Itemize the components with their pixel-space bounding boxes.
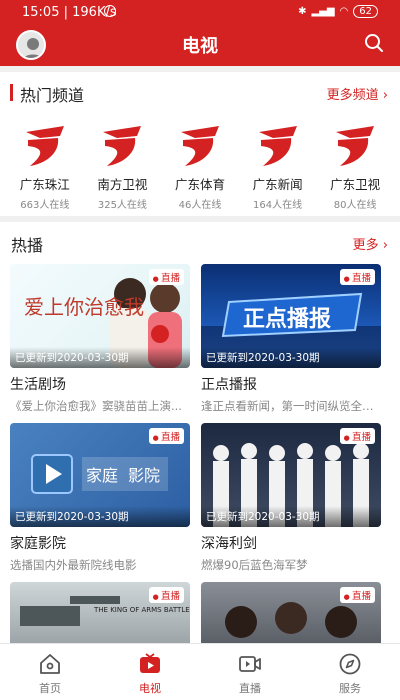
alarm-icon <box>104 5 116 17</box>
cinema-logo-text-a: 家庭 <box>86 466 118 485</box>
program-card[interactable]: 直播 已更新到2020-03-30期 深海利剑 燃爆90后蓝色海军梦 <box>201 423 381 573</box>
channels-title: 热门频道 <box>20 86 85 105</box>
channel-count: 80人在线 <box>333 200 377 211</box>
program-thumbnail[interactable]: 正点播报 直播 已更新到2020-03-30期 <box>201 264 381 368</box>
bottom-nav: 首页 电视 直播 服务 <box>0 643 400 700</box>
channel-item[interactable]: 广东体育 46人在线 <box>168 118 232 214</box>
section-divider <box>0 66 400 72</box>
channel-count: 325人在线 <box>97 200 147 211</box>
program-subtitle: 选播国内外最新院线电影 <box>10 558 137 572</box>
more-channels-link[interactable]: 更多频道 › <box>327 84 388 103</box>
updated-text: 已更新到2020-03-30期 <box>10 506 190 527</box>
drama-logo-text: 爱上你治愈我 <box>24 295 144 319</box>
nav-label: 首页 <box>39 682 61 695</box>
wifi-icon: ◠ <box>339 6 349 17</box>
hot-title: 热播 <box>11 236 44 255</box>
signal-icon: ▂▄▆ <box>311 6 335 17</box>
nav-tv[interactable]: 电视 <box>100 644 200 700</box>
program-title: 家庭影院 <box>10 536 66 552</box>
channel-logo-icon <box>25 126 64 166</box>
channel-logo-icon <box>180 126 219 166</box>
nav-label: 直播 <box>239 682 261 695</box>
channel-count: 46人在线 <box>178 200 222 211</box>
program-thumbnail[interactable]: 直播 已更新到2020-03-30期 <box>201 423 381 527</box>
nav-service[interactable]: 服务 <box>300 644 400 700</box>
page-title: 电视 <box>182 36 218 57</box>
channel-name: 广东珠江 <box>19 177 70 192</box>
channel-logo-icon <box>103 126 142 166</box>
channel-name: 广东卫视 <box>330 177 381 192</box>
live-badge: 直播 <box>339 428 375 444</box>
nav-label: 电视 <box>139 682 161 695</box>
channel-list: 广东珠江 663人在线 南方卫视 325人在线 广东体育 46人在线 广东新闻 … <box>0 118 400 214</box>
program-title: 深海利剑 <box>201 536 257 552</box>
channel-name: 广东体育 <box>174 177 225 192</box>
section-accent <box>10 84 13 101</box>
bluetooth-icon: ✱ <box>298 6 307 17</box>
status-bar: 15:05 | 196K/s ✱ ▂▄▆ ◠ 62 <box>0 0 400 24</box>
cinema-logo-text-b: 影院 <box>128 466 160 485</box>
nav-home[interactable]: 首页 <box>0 644 100 700</box>
program-subtitle: 逢正点看新闻，第一时间纵览全球... <box>201 399 381 413</box>
channel-name: 广东新闻 <box>252 177 303 192</box>
program-subtitle: 《爱上你治愈我》窦骁苗苗上演... <box>10 399 182 413</box>
tv-icon <box>140 653 160 673</box>
compass-icon <box>339 653 361 675</box>
status-icons: ✱ ▂▄▆ ◠ 62 <box>298 5 378 18</box>
program-thumbnail[interactable]: 爱上你治愈我 直播 已更新到2020-03-30期 <box>10 264 190 368</box>
program-subtitle: 燃爆90后蓝色海军梦 <box>201 558 308 572</box>
more-hot-link[interactable]: 更多 › <box>353 234 388 253</box>
live-badge: 直播 <box>148 269 184 285</box>
channel-item[interactable]: 广东卫视 80人在线 <box>323 118 387 214</box>
channel-count: 663人在线 <box>20 200 70 211</box>
channel-item[interactable]: 南方卫视 325人在线 <box>90 118 154 214</box>
updated-text: 已更新到2020-03-30期 <box>201 347 381 368</box>
search-icon[interactable] <box>364 33 384 53</box>
program-title: 正点播报 <box>201 377 257 393</box>
program-title: 生活剧场 <box>10 377 66 393</box>
program-card[interactable]: 正点播报 直播 已更新到2020-03-30期 正点播报 逢正点看新闻，第一时间… <box>201 264 381 414</box>
updated-text: 已更新到2020-03-30期 <box>201 506 381 527</box>
live-badge: 直播 <box>339 269 375 285</box>
channel-item[interactable]: 广东新闻 164人在线 <box>246 118 310 214</box>
home-icon <box>40 654 60 674</box>
updated-text: 已更新到2020-03-30期 <box>10 347 190 368</box>
news-logo-text: 正点播报 <box>243 306 331 332</box>
live-badge: 直播 <box>339 587 375 603</box>
status-time: 15:05 | 196K/s <box>22 5 117 20</box>
section-divider <box>0 216 400 222</box>
video-camera-icon <box>239 656 261 672</box>
nav-live[interactable]: 直播 <box>200 644 300 700</box>
nav-label: 服务 <box>339 682 361 695</box>
hot-header: 热播 更多 › <box>0 228 400 258</box>
program-thumbnail[interactable]: 家庭 影院 直播 已更新到2020-03-30期 <box>10 423 190 527</box>
channels-header: 热门频道 更多频道 › <box>0 78 400 108</box>
channel-count: 164人在线 <box>253 200 303 211</box>
channel-name: 南方卫视 <box>97 177 148 192</box>
app-header: 15:05 | 196K/s ✱ ▂▄▆ ◠ 62 电视 <box>0 0 400 66</box>
war-logo-text: THE KING OF ARMS BATTLE <box>93 606 190 614</box>
channel-logo-icon <box>336 126 375 166</box>
battery-icon: 62 <box>353 5 378 18</box>
channel-logo-icon <box>258 126 297 166</box>
live-badge: 直播 <box>148 428 184 444</box>
channel-item[interactable]: 广东珠江 663人在线 <box>13 118 77 214</box>
live-badge: 直播 <box>148 587 184 603</box>
program-card[interactable]: 爱上你治愈我 直播 已更新到2020-03-30期 生活剧场 《爱上你治愈我》窦… <box>10 264 190 414</box>
program-card[interactable]: 家庭 影院 直播 已更新到2020-03-30期 家庭影院 选播国内外最新院线电… <box>10 423 190 573</box>
